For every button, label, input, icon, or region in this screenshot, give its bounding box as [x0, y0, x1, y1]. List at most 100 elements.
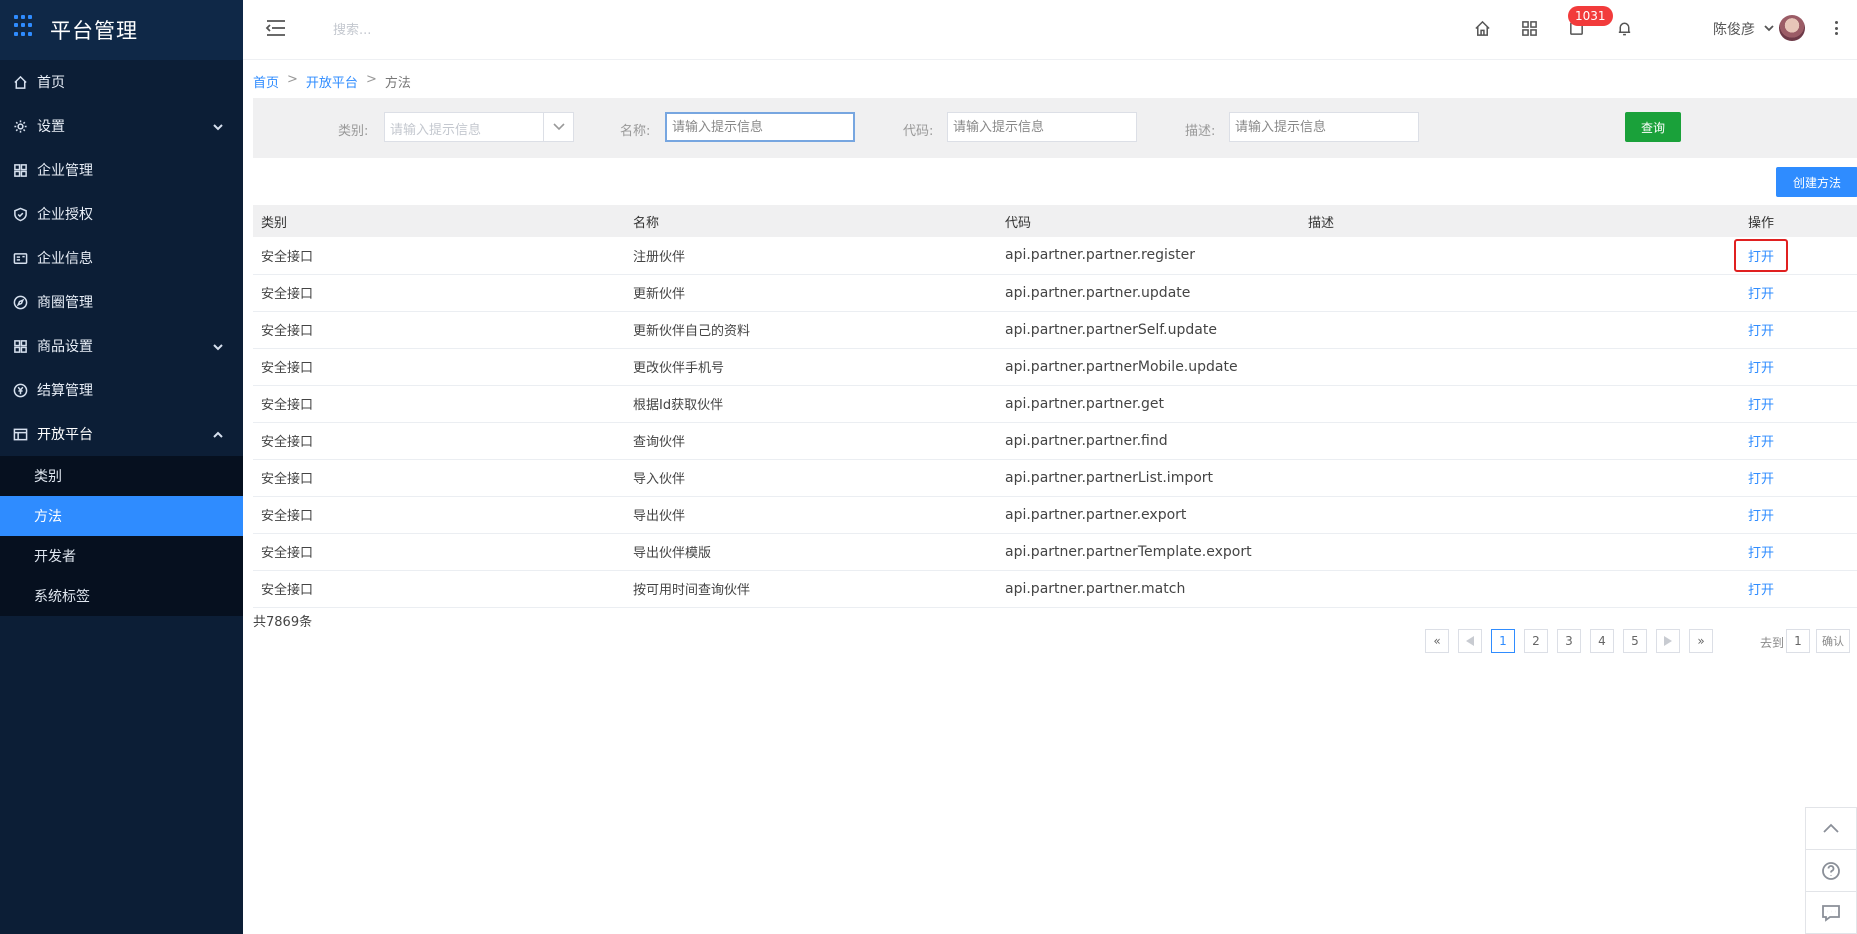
bell-icon[interactable]	[1613, 17, 1635, 39]
open-link[interactable]: 打开	[1742, 502, 1780, 527]
open-link[interactable]: 打开	[1742, 280, 1780, 305]
cell-code: api.partner.partner.match	[997, 570, 1300, 608]
chevron-down-icon[interactable]	[543, 113, 573, 141]
description-input[interactable]	[1229, 112, 1419, 142]
open-link[interactable]: 打开	[1742, 576, 1780, 601]
page-button[interactable]: 2	[1524, 629, 1548, 653]
submenu: 类别 方法 开发者 系统标签	[0, 456, 243, 616]
cell-description	[1300, 533, 1740, 571]
cell-name: 根据Id获取伙伴	[625, 385, 997, 423]
cell-operation: 打开	[1740, 274, 1857, 312]
sidebar-item-7[interactable]: 结算管理	[0, 368, 243, 412]
table-row: 安全接口 根据Id获取伙伴 api.partner.partner.get 打开	[253, 385, 1857, 423]
category-placeholder: 请输入提示信息	[390, 123, 482, 138]
table-row: 安全接口 查询伙伴 api.partner.partner.find 打开	[253, 422, 1857, 460]
table-row: 安全接口 更新伙伴自己的资料 api.partner.partnerSelf.upd…	[253, 311, 1857, 349]
cell-code: api.partner.partner.update	[997, 274, 1300, 312]
chevron-down-icon[interactable]	[1764, 21, 1774, 32]
home-icon[interactable]	[1471, 17, 1493, 39]
description-label: 描述:	[1185, 124, 1216, 139]
cell-name: 按可用时间查询伙伴	[625, 570, 997, 608]
breadcrumb-separator: >	[287, 72, 298, 87]
submenu-item-1[interactable]: 方法	[0, 496, 243, 536]
avatar[interactable]	[1779, 15, 1805, 41]
sidebar-item-3[interactable]: 企业授权	[0, 192, 243, 236]
sidebar-menu: 首页设置 企业管理企业授权企业信息商圈管理商品设置结算管理开放平台 类别 方法 开发者系…	[0, 60, 243, 616]
cell-description	[1300, 422, 1740, 460]
prev-page-icon[interactable]	[1458, 629, 1482, 653]
create-method-button[interactable]: 创建方法	[1776, 167, 1857, 197]
breadcrumb-home-link[interactable]: 首页	[253, 72, 279, 91]
floating-toolbar	[1805, 807, 1857, 934]
cell-operation: 打开	[1740, 311, 1857, 349]
open-link[interactable]: 打开	[1742, 317, 1780, 342]
menu-toggle-icon[interactable]	[265, 18, 287, 38]
help-icon[interactable]	[1806, 850, 1856, 892]
sidebar-item-label: 企业授权	[37, 207, 93, 223]
search-input[interactable]	[333, 18, 513, 42]
apps-icon	[12, 338, 28, 354]
page-button[interactable]: 1	[1491, 629, 1515, 653]
sidebar-item-label: 结算管理	[37, 383, 93, 399]
app-grid-icon	[14, 15, 36, 37]
query-button[interactable]: 查询	[1625, 112, 1681, 142]
cell-operation: 打开	[1740, 496, 1857, 534]
sidebar-item-5[interactable]: 商圈管理	[0, 280, 243, 324]
sidebar-item-1[interactable]: 设置	[0, 104, 243, 148]
cell-category: 安全接口	[253, 496, 625, 534]
next-page-icon[interactable]	[1656, 629, 1680, 653]
page-button[interactable]: 5	[1623, 629, 1647, 653]
cell-operation: 打开	[1740, 385, 1857, 423]
open-link[interactable]: 打开	[1742, 465, 1780, 490]
total-count: 共7869条	[253, 615, 313, 630]
sidebar: 平台管理 首页设置 企业管理企业授权企业信息商圈管理商品设置结算管理开放平台 类别方…	[0, 0, 243, 934]
brand: 平台管理	[0, 0, 243, 60]
cell-description	[1300, 237, 1740, 275]
submenu-item-2[interactable]: 开发者	[0, 536, 243, 576]
cell-category: 安全接口	[253, 422, 625, 460]
open-link[interactable]: 打开	[1742, 391, 1780, 416]
cell-name: 导入伙伴	[625, 459, 997, 497]
sidebar-item-4[interactable]: 企业信息	[0, 236, 243, 280]
cell-name: 注册伙伴	[625, 237, 997, 275]
user-name[interactable]: 陈俊彦	[1713, 19, 1755, 39]
sidebar-item-2[interactable]: 企业管理	[0, 148, 243, 192]
column-header-category: 类别	[253, 205, 625, 237]
submenu-item-0[interactable]: 类别	[0, 456, 243, 496]
cell-category: 安全接口	[253, 311, 625, 349]
filter-bar: 类别: 请输入提示信息 名称: 代码: 描述: 查询	[253, 98, 1857, 158]
submenu-item-3[interactable]: 系统标签	[0, 576, 243, 616]
page-button[interactable]: 4	[1590, 629, 1614, 653]
sidebar-item-label: 首页	[37, 75, 65, 91]
back-to-top-icon[interactable]	[1806, 808, 1856, 850]
sidebar-item-label: 商圈管理	[37, 295, 93, 311]
cell-operation: 打开	[1740, 533, 1857, 571]
last-page-button[interactable]: »	[1689, 629, 1713, 653]
goto-confirm-button[interactable]: 确认	[1816, 629, 1850, 653]
sidebar-item-label: 企业信息	[37, 251, 93, 267]
open-link[interactable]: 打开	[1742, 354, 1780, 379]
breadcrumb-section-link[interactable]: 开放平台	[306, 72, 358, 91]
category-select[interactable]: 请输入提示信息	[384, 112, 574, 142]
category-label: 类别:	[338, 124, 369, 139]
sidebar-item-6[interactable]: 商品设置	[0, 324, 243, 368]
page-button[interactable]: 3	[1557, 629, 1581, 653]
cell-category: 安全接口	[253, 459, 625, 497]
open-link[interactable]: 打开	[1734, 238, 1789, 272]
cell-category: 安全接口	[253, 533, 625, 571]
cell-category: 安全接口	[253, 237, 625, 275]
table-icon	[12, 426, 28, 442]
sidebar-item-8[interactable]: 开放平台	[0, 412, 243, 456]
open-link[interactable]: 打开	[1742, 539, 1780, 564]
code-input[interactable]	[947, 112, 1137, 142]
apps-icon[interactable]	[1518, 17, 1540, 39]
column-header-code: 代码	[997, 205, 1300, 237]
name-input[interactable]	[665, 112, 855, 142]
first-page-button[interactable]: «	[1425, 629, 1449, 653]
open-link[interactable]: 打开	[1742, 428, 1780, 453]
feedback-icon[interactable]	[1806, 892, 1856, 934]
more-vertical-icon[interactable]	[1833, 18, 1839, 38]
cell-code: api.partner.partner.export	[997, 496, 1300, 534]
goto-page-input[interactable]	[1786, 629, 1810, 653]
sidebar-item-0[interactable]: 首页	[0, 60, 243, 104]
